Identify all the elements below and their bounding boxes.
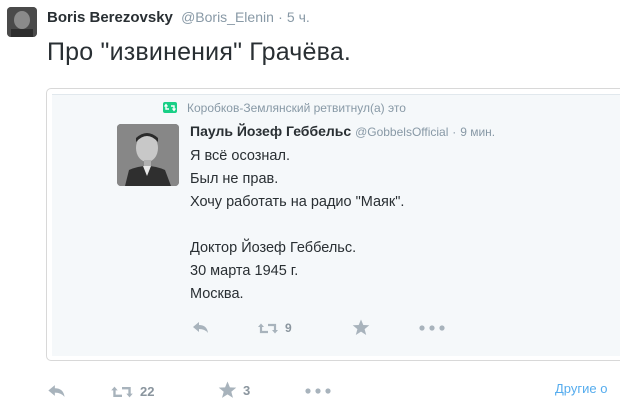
reply-button[interactable] (47, 384, 67, 398)
author-name[interactable]: Boris Berezovsky (47, 9, 173, 26)
quoted-time[interactable]: 9 мин. (460, 125, 495, 139)
quoted-line: Доктор Йозеф Геббельс. (190, 240, 357, 256)
quoted-line: Москва. (190, 286, 244, 302)
quoted-author-name[interactable]: Пауль Йозеф Геббельс (190, 123, 351, 139)
quoted-header: Пауль Йозеф Геббельс @GobbelsOfficial · … (190, 123, 495, 139)
star-icon (218, 381, 237, 398)
star-icon (352, 319, 370, 335)
tweet: Boris Berezovsky @Boris_Elenin · 5 ч. Пр… (0, 0, 620, 410)
quoted-line: Хочу работать на радио "Маяк". (190, 194, 405, 210)
retweet-notice: Коробков-Землянский ретвитнул(а) это (163, 101, 406, 115)
retweet-icon (258, 323, 278, 333)
quoted-retweet-button[interactable]: 9 (257, 321, 292, 335)
more-options-link[interactable]: Другие о (555, 381, 607, 396)
quoted-author-handle[interactable]: @GobbelsOfficial (355, 125, 448, 139)
separator-dot: · (278, 9, 283, 25)
quoted-line: Я всё осознал. (190, 148, 290, 164)
tweet-time[interactable]: 5 ч. (287, 9, 310, 25)
retweet-icon (111, 386, 133, 397)
favorite-button[interactable]: 3 (218, 381, 250, 399)
quoted-line: 30 марта 1945 г. (190, 263, 299, 279)
quoted-line: Был не прав. (190, 171, 279, 187)
quoted-favorite-button[interactable] (352, 319, 370, 336)
tweet-header: Boris Berezovsky @Boris_Elenin · 5 ч. (47, 9, 310, 26)
author-handle[interactable]: @Boris_Elenin (181, 9, 274, 25)
quoted-separator-dot: · (452, 125, 457, 139)
quoted-more-button[interactable] (419, 325, 445, 331)
retweet-icon (163, 102, 177, 113)
more-button[interactable] (305, 388, 331, 394)
quoted-avatar[interactable] (117, 124, 179, 186)
more-dots-icon (305, 388, 331, 394)
retweet-button[interactable]: 22 (110, 384, 154, 399)
quoted-text: Я всё осознал. Был не прав. Хочу работат… (190, 145, 404, 306)
favorite-count: 3 (243, 382, 251, 398)
quoted-line (190, 214, 404, 237)
avatar[interactable] (7, 7, 37, 37)
reply-icon (48, 385, 65, 397)
quoted-retweet-count: 9 (285, 321, 292, 335)
retweet-count: 22 (140, 384, 155, 399)
quoted-reply-button[interactable] (192, 321, 210, 334)
tweet-text: Про "извинения" Грачёва. (47, 38, 352, 66)
reply-icon (193, 322, 208, 333)
retweet-notice-text[interactable]: Коробков-Землянский ретвитнул(а) это (187, 101, 406, 115)
more-dots-icon (419, 325, 445, 331)
